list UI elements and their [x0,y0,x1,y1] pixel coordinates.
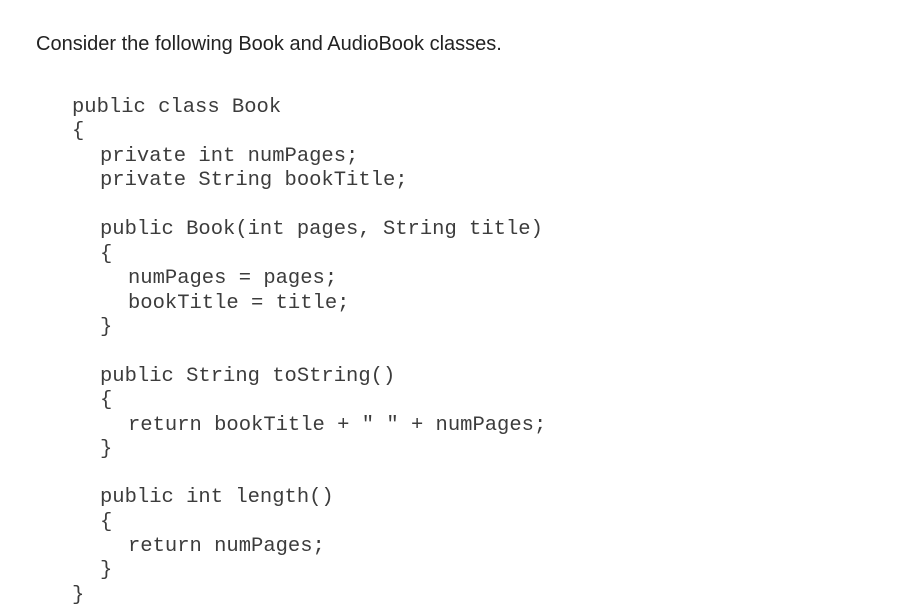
code-line-field-booktitle: private String bookTitle; [100,169,408,192]
code-line-tostring-open: { [100,389,113,412]
code-line-class-declaration: public class Book [72,96,282,119]
code-line-constructor-open: { [100,243,113,266]
code-line-assign-booktitle: bookTitle = title; [128,292,350,315]
code-line-length-close: } [100,559,113,582]
code-line-length-open: { [100,511,113,534]
code-line-assign-numpages: numPages = pages; [128,267,338,290]
code-line-tostring-return: return bookTitle + " " + numPages; [128,414,547,437]
code-line-field-numpages: private int numPages; [100,145,359,168]
code-line-tostring-close: } [100,438,113,461]
document: Consider the following Book and AudioBoo… [0,0,915,611]
code-line-tostring: public String toString() [100,365,396,388]
code-line-constructor: public Book(int pages, String title) [100,218,543,241]
code-line-class-close-brace: } [72,584,85,607]
code-line-length: public int length() [100,486,334,509]
code-line-length-return: return numPages; [128,535,325,558]
intro-text: Consider the following Book and AudioBoo… [36,33,502,55]
code-line-constructor-close: } [100,316,113,339]
code-line-class-open-brace: { [72,120,85,143]
